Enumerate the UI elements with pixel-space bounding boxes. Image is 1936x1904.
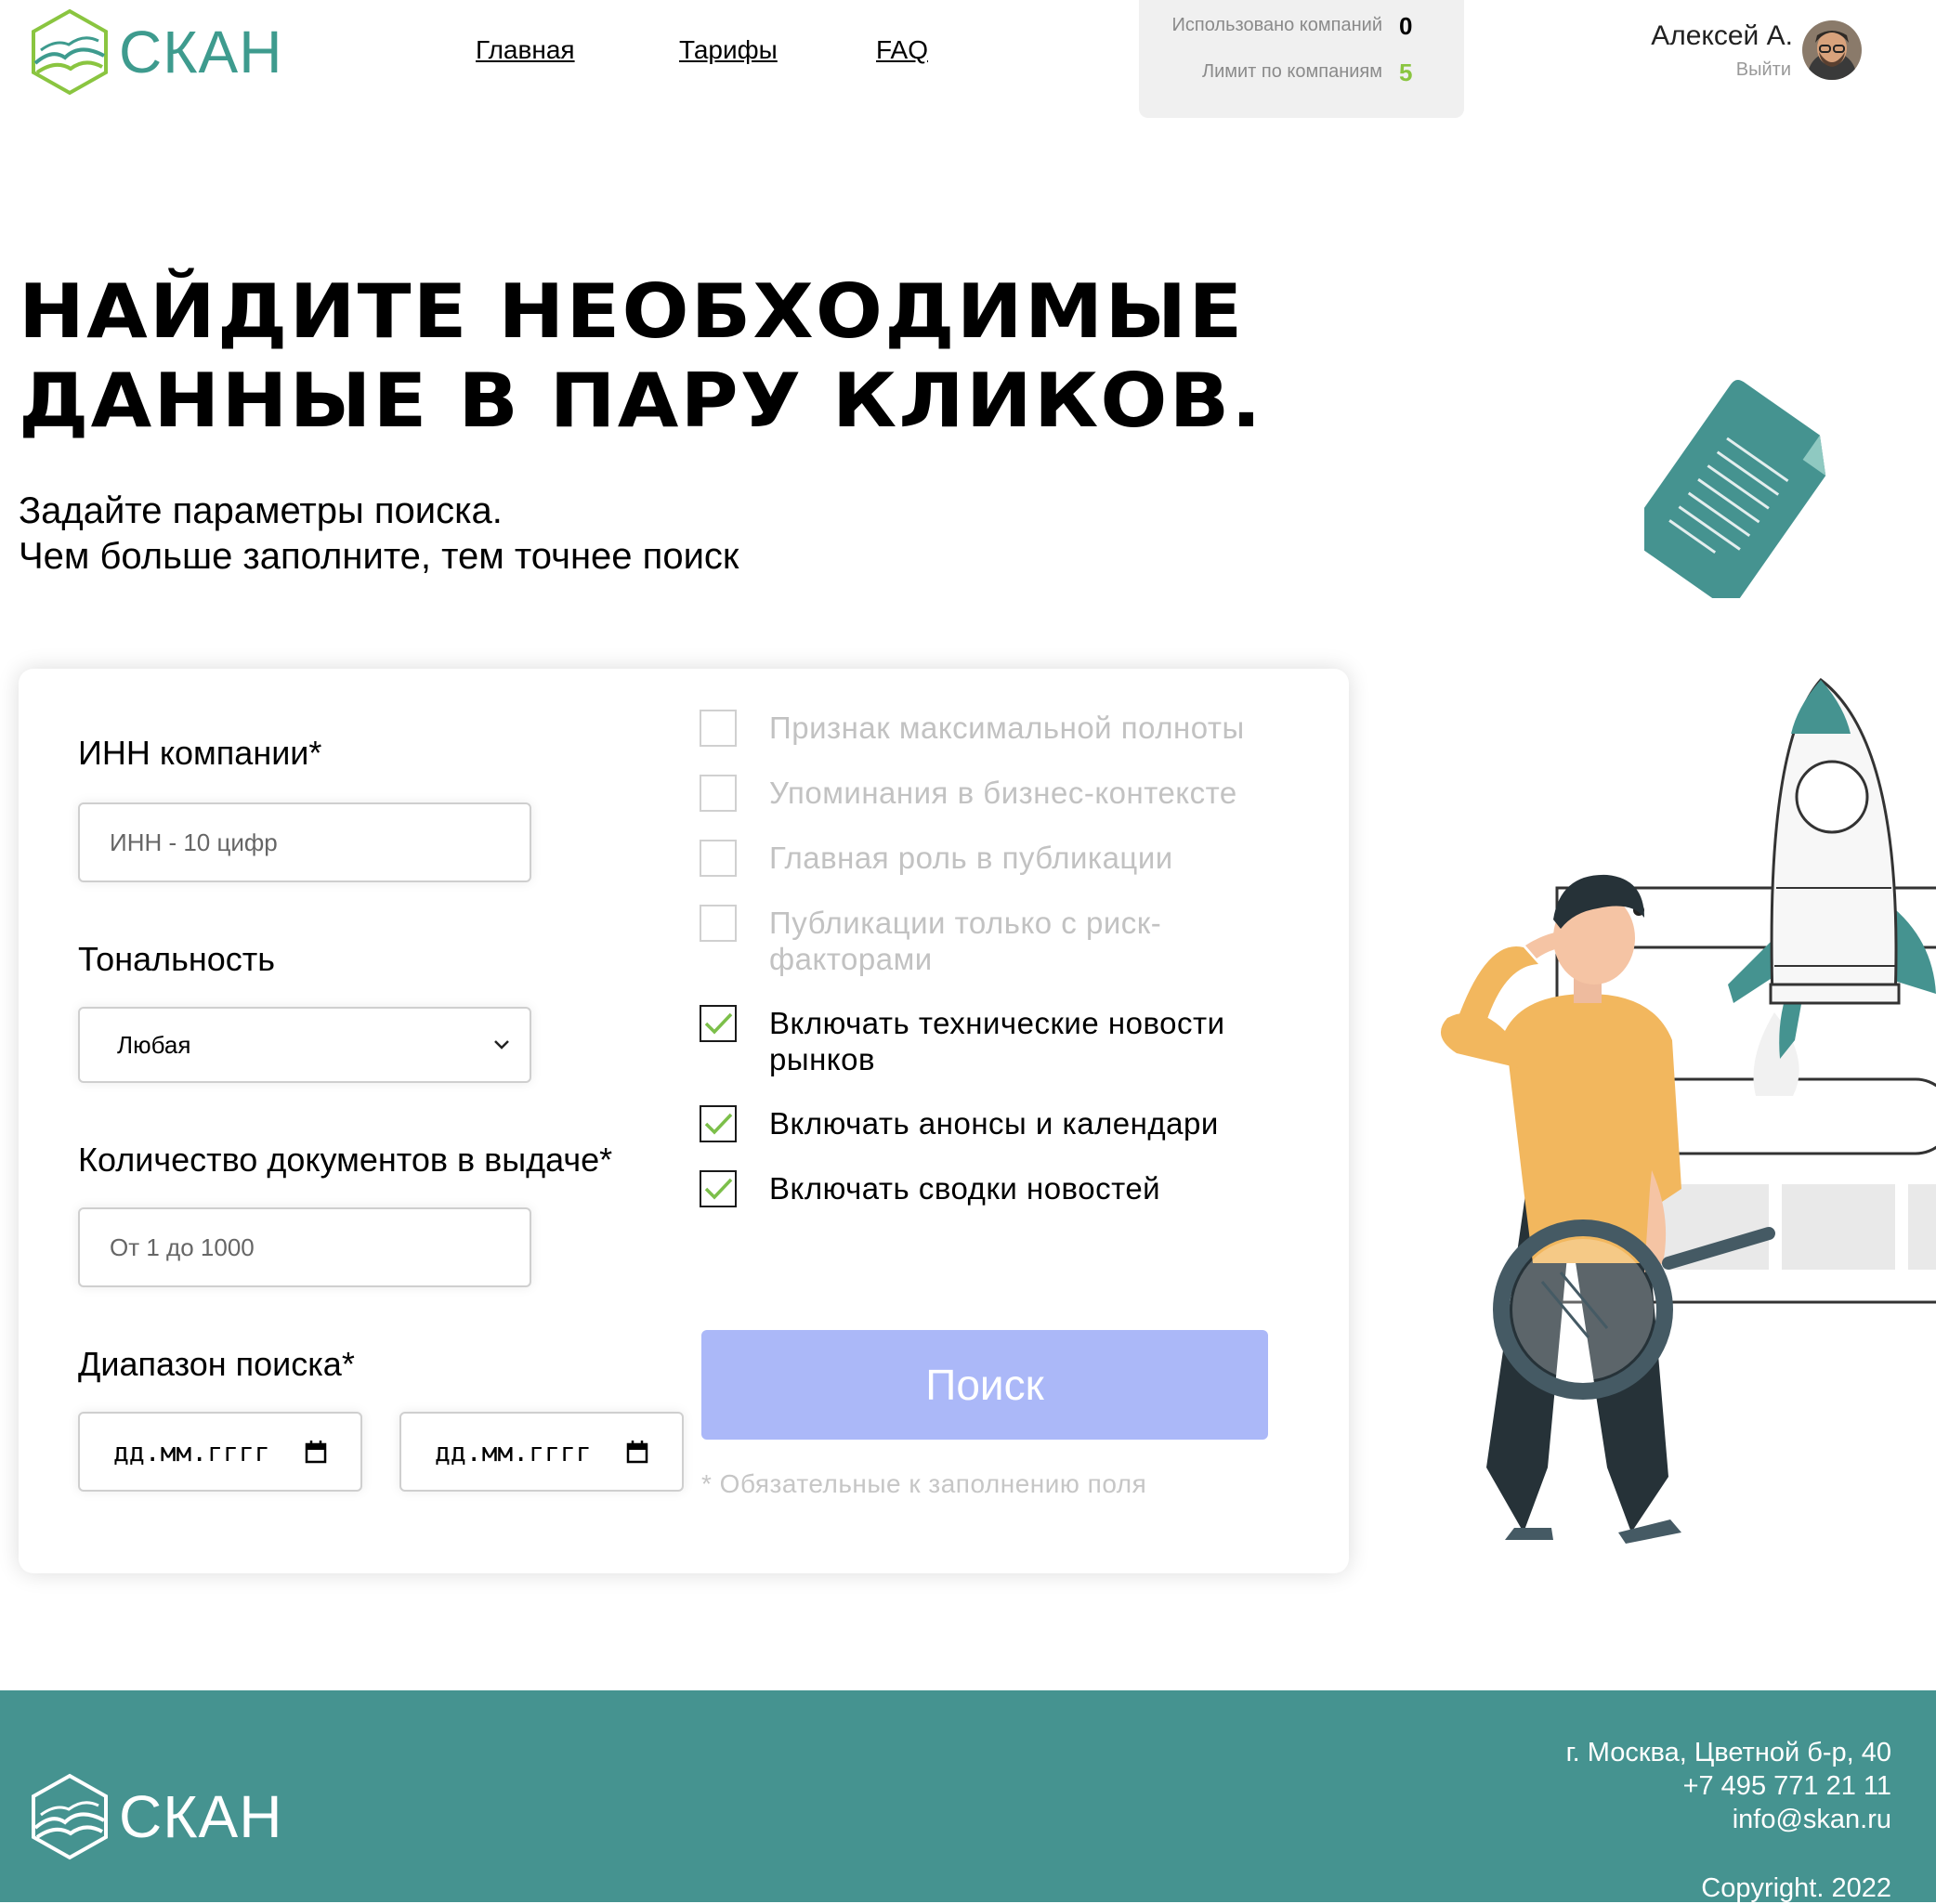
date-end-placeholder: дд.мм.гггг	[435, 1436, 592, 1467]
checkbox[interactable]	[700, 1105, 737, 1142]
chevron-down-icon	[494, 1040, 509, 1050]
checkbox[interactable]	[700, 905, 737, 942]
nav-link-tariffs[interactable]: Тарифы	[679, 35, 778, 65]
hero-title-line-2: ДАННЫЕ В ПАРУ КЛИКОВ.	[19, 358, 1263, 444]
date-range-label: Диапазон поиска*	[78, 1345, 355, 1383]
used-companies-value: 0	[1399, 12, 1413, 40]
hero-subtitle: Задайте параметры поиска. Чем больше зап…	[19, 489, 739, 580]
inn-placeholder: ИНН - 10 цифр	[110, 828, 278, 856]
avatar[interactable]	[1802, 20, 1862, 80]
tone-label: Тональность	[78, 940, 276, 978]
checkbox[interactable]	[700, 1005, 737, 1042]
required-fields-note: * Обязательные к заполнению поля	[701, 1469, 1147, 1498]
company-limit-value: 5	[1399, 59, 1413, 86]
tone-select[interactable]: Любая	[78, 1007, 531, 1083]
checkmark-icon	[704, 1012, 733, 1035]
checkbox[interactable]	[700, 840, 737, 877]
footer-phone[interactable]: +7 495 771 21 11	[1683, 1770, 1891, 1802]
checkbox[interactable]	[700, 710, 737, 747]
checkbox-label: Главная роль в публикации	[769, 841, 1173, 875]
man-with-magnifier-illustration	[1440, 677, 1936, 1544]
checkbox[interactable]	[700, 1170, 737, 1207]
date-end-input[interactable]: дд.мм.гггг	[399, 1412, 684, 1492]
date-start-placeholder: дд.мм.гггг	[113, 1436, 270, 1467]
filter-checkbox-row[interactable]: Публикации только с риск-факторами	[700, 905, 1289, 977]
checkbox-label: Включать анонсы и календари	[769, 1106, 1219, 1141]
filter-checkbox-row[interactable]: Признак максимальной полноты	[700, 710, 1289, 747]
calendar-icon[interactable]	[305, 1440, 327, 1464]
header-logo[interactable]: СКАН	[28, 7, 282, 97]
date-start-input[interactable]: дд.мм.гггг	[78, 1412, 362, 1492]
checkmark-icon	[704, 1113, 733, 1135]
docs-count-input[interactable]: От 1 до 1000	[78, 1207, 531, 1287]
used-companies-label: Использовано компаний	[1171, 15, 1382, 35]
logo-text: СКАН	[119, 19, 283, 85]
usage-stats-panel: Использовано компаний 0 Лимит по компани…	[1139, 0, 1464, 118]
filter-checkbox-row[interactable]: Включать анонсы и календари	[700, 1105, 1289, 1142]
filter-checkbox-row[interactable]: Главная роль в публикации	[700, 840, 1289, 877]
checkbox-label: Включать сводки новостей	[769, 1171, 1161, 1206]
checkbox-label: Упоминания в бизнес-контексте	[769, 776, 1237, 810]
filter-checkbox-row[interactable]: Включать технические новости рынков	[700, 1005, 1289, 1077]
nav-link-home[interactable]: Главная	[476, 35, 575, 65]
checkbox-label: Публикации только с риск-факторами	[769, 906, 1162, 976]
filter-checkbox-row[interactable]: Упоминания в бизнес-контексте	[700, 775, 1289, 812]
skan-logo-icon	[32, 1773, 108, 1860]
company-limit-label: Лимит по компаниям	[1201, 61, 1382, 82]
calendar-icon[interactable]	[626, 1440, 648, 1464]
logout-link[interactable]: Выйти	[1681, 59, 1791, 81]
search-button[interactable]: Поиск	[701, 1330, 1268, 1440]
user-name: Алексей А.	[1651, 20, 1793, 51]
inn-label: ИНН компании*	[78, 734, 322, 772]
footer-logo-text: СКАН	[119, 1783, 283, 1850]
inn-input[interactable]: ИНН - 10 цифр	[78, 802, 531, 882]
filter-checkbox-row[interactable]: Включать сводки новостей	[700, 1170, 1289, 1207]
footer-address: г. Москва, Цветной б-р, 40	[1565, 1738, 1891, 1767]
search-form-card: ИНН компании* ИНН - 10 цифр Тональность …	[19, 669, 1349, 1573]
document-illustration	[1644, 379, 1826, 598]
checkbox[interactable]	[700, 775, 737, 812]
checkbox-label: Признак максимальной полноты	[769, 711, 1245, 745]
docs-count-label: Количество документов в выдаче*	[78, 1141, 613, 1179]
footer-logo[interactable]: СКАН	[28, 1772, 282, 1861]
tone-selected-value: Любая	[117, 1030, 191, 1059]
footer-copyright: Copyright. 2022	[1701, 1873, 1891, 1903]
checkmark-icon	[704, 1178, 733, 1200]
docs-count-placeholder: От 1 до 1000	[110, 1232, 255, 1261]
footer-email[interactable]: info@skan.ru	[1733, 1804, 1891, 1835]
hero-subtitle-line-1: Задайте параметры поиска.	[19, 490, 503, 531]
hero-title-line-1: НАЙДИТЕ НЕОБХОДИМЫЕ	[19, 268, 1245, 355]
hero-title: НАЙДИТЕ НЕОБХОДИМЫЕ ДАННЫЕ В ПАРУ КЛИКОВ…	[19, 267, 1299, 446]
skan-logo-icon	[32, 8, 108, 96]
nav-link-faq[interactable]: FAQ	[876, 35, 928, 65]
footer	[0, 1690, 1936, 1902]
hero-subtitle-line-2: Чем больше заполните, тем точнее поиск	[19, 536, 739, 577]
checkbox-label: Включать технические новости рынков	[769, 1006, 1225, 1076]
